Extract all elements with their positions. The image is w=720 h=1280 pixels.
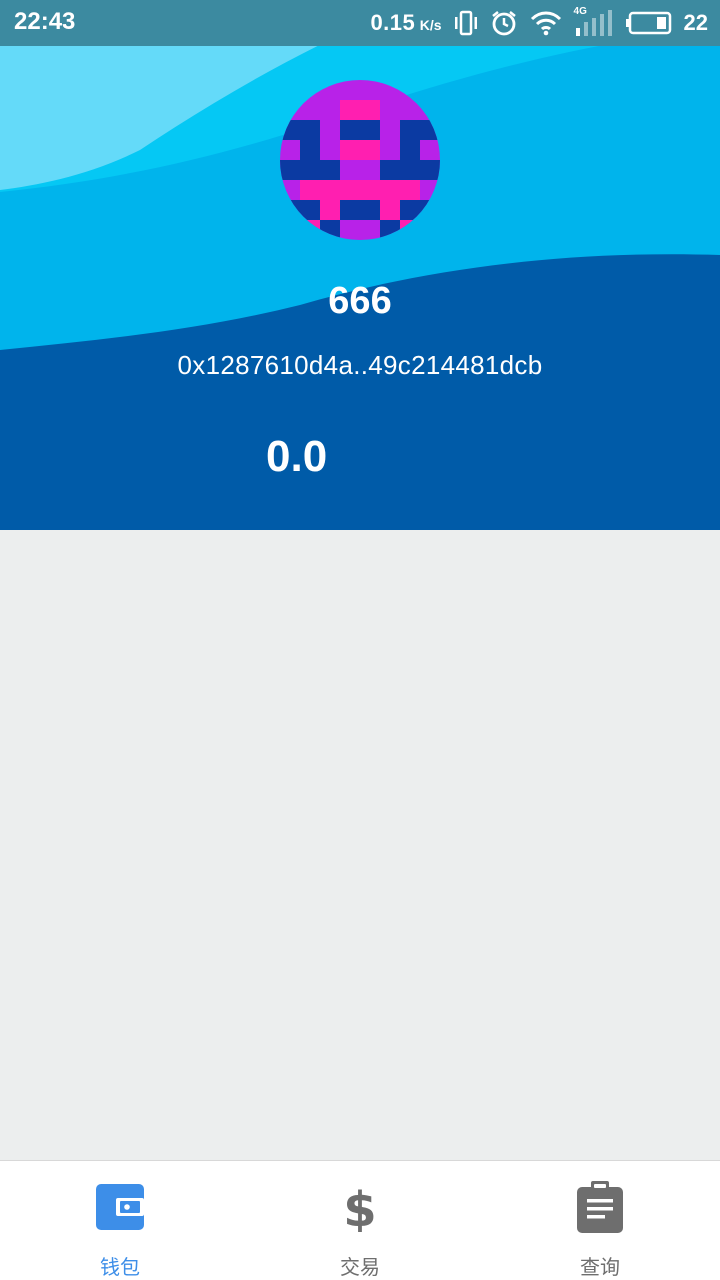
bottom-navigation: 钱包 $ 交易 查询 — [0, 1160, 720, 1280]
wallet-icon — [94, 1181, 146, 1233]
alarm-icon — [491, 11, 516, 36]
wallet-avatar[interactable] — [280, 80, 440, 240]
nav-tab-query[interactable]: 查询 — [480, 1161, 720, 1280]
signal-icon — [575, 10, 612, 36]
network-speed: 0.15 K/s — [370, 10, 441, 36]
battery-percentage: 22 — [683, 10, 708, 35]
status-time: 22:43 — [14, 8, 76, 35]
wallet-screen: 666 0x1287610d4a..49c214481dcb 0.0 22:43… — [0, 0, 720, 1280]
network-speed-value: 0.15 — [370, 10, 416, 35]
svg-text:$: $ — [343, 1182, 376, 1232]
nav-label-wallet: 钱包 — [100, 1255, 140, 1279]
wallet-name: 666 — [328, 280, 392, 322]
dollar-icon: $ — [334, 1181, 386, 1233]
network-speed-unit: K/s — [419, 17, 442, 33]
status-bar: 22:43 0.15 K/s 4G 22 — [0, 0, 720, 46]
nav-tab-wallet[interactable]: 钱包 — [0, 1161, 240, 1280]
identicon-icon — [280, 80, 440, 240]
status-icons: 0.15 K/s 4G 22 — [370, 6, 708, 40]
wifi-icon — [530, 11, 561, 36]
clipboard-icon — [574, 1181, 626, 1233]
wallet-balance: 0.0 — [266, 432, 328, 481]
nav-label-query: 查询 — [580, 1255, 620, 1279]
wallet-header: 666 0x1287610d4a..49c214481dcb 0.0 — [0, 0, 720, 530]
token-list-area — [0, 530, 720, 1160]
wallet-address[interactable]: 0x1287610d4a..49c214481dcb — [0, 350, 720, 381]
battery-icon — [625, 11, 671, 35]
cellular-signal: 4G — [574, 6, 614, 38]
vibrate-icon — [454, 10, 477, 36]
nav-label-transaction: 交易 — [340, 1255, 380, 1279]
nav-tab-transaction[interactable]: $ 交易 — [240, 1161, 480, 1280]
